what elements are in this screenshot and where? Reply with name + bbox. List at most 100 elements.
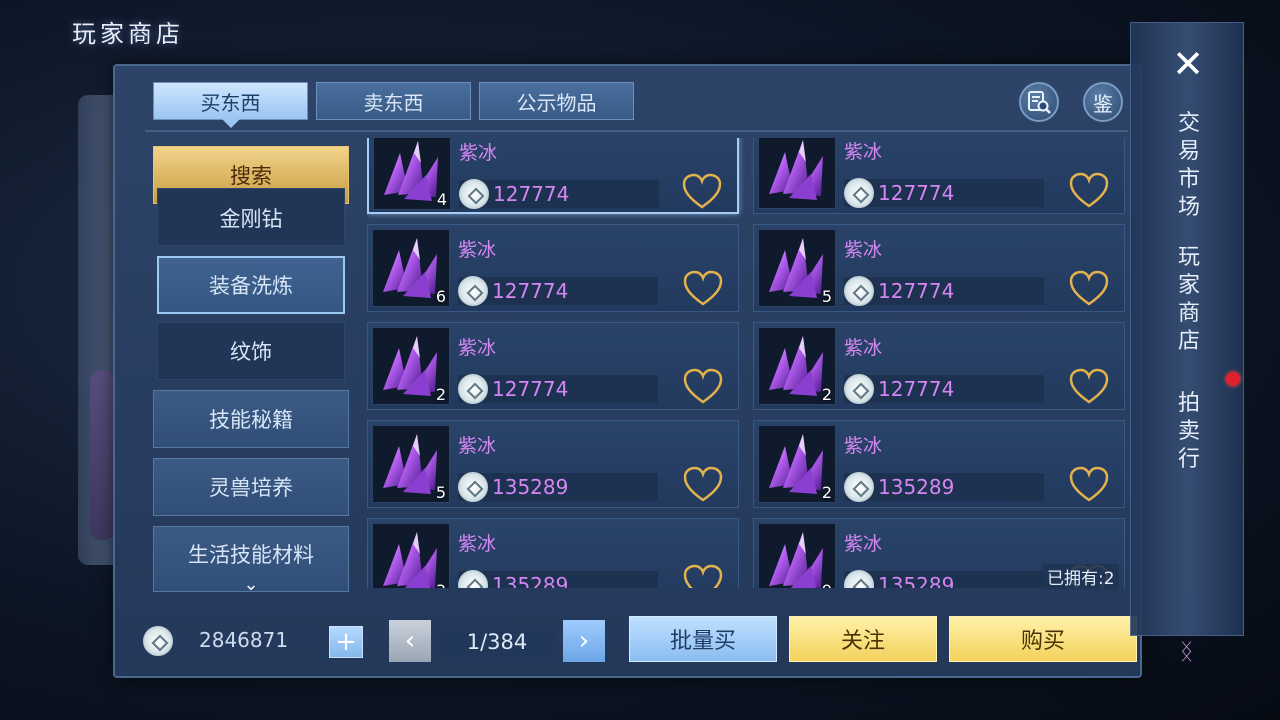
item-price: 127774 <box>878 377 955 401</box>
footer-bar: 2846871 + ‹ 1/384 › 批量买 关注 购买 <box>115 612 1140 672</box>
coin-icon <box>458 374 488 404</box>
crystal-item-icon: 5 <box>758 229 836 307</box>
heart-icon[interactable] <box>682 563 724 588</box>
item-quantity: 3 <box>436 581 446 588</box>
crystal-item-icon: 5 <box>372 425 450 503</box>
item-quantity: 6 <box>435 287 446 306</box>
crystal-item-icon: 2 <box>372 327 450 405</box>
item-quantity: 2 <box>821 483 832 502</box>
tab-buy[interactable]: 买东西 <box>153 82 308 120</box>
listing-card[interactable]: 紫冰 127774 <box>753 138 1125 214</box>
side-tab-player-shop[interactable]: 玩家商店 <box>1174 244 1204 356</box>
page-title: 玩家商店 <box>72 20 184 48</box>
coin-icon <box>844 178 874 208</box>
chevron-down-icon[interactable]: ⌄ <box>236 574 266 595</box>
side-tab-auction[interactable]: 拍卖行 <box>1174 390 1204 474</box>
price-field: 127774 <box>458 276 658 306</box>
listing-card[interactable]: 3 紫冰 135289 <box>367 518 739 588</box>
heart-icon[interactable] <box>1068 465 1110 505</box>
item-name: 紫冰 <box>844 337 883 359</box>
bulk-buy-button[interactable]: 批量买 <box>629 616 777 662</box>
item-quantity: 9 <box>822 581 832 588</box>
buy-button[interactable]: 购买 <box>949 616 1137 662</box>
category-item-ornament[interactable]: 纹饰 <box>157 322 345 380</box>
listing-card[interactable]: 2 紫冰 127774 <box>753 322 1125 410</box>
heart-icon[interactable] <box>682 367 724 407</box>
crystal-item-icon: 4 <box>373 138 451 210</box>
notification-dot <box>1226 372 1240 386</box>
category-list[interactable]: 搜索 金刚钻 装备洗炼 纹饰 技能秘籍 灵兽培养 生活技能材料 ⌄ <box>153 146 351 598</box>
listing-card[interactable]: 5 紫冰 127774 <box>753 224 1125 312</box>
tab-sell[interactable]: 卖东西 <box>316 82 471 120</box>
coin-icon <box>844 374 874 404</box>
tab-public-items[interactable]: 公示物品 <box>479 82 634 120</box>
currency-amount: 2846871 <box>199 628 289 652</box>
item-price: 127774 <box>878 181 955 205</box>
search-icon[interactable] <box>1019 82 1059 122</box>
currency-display: 2846871 <box>139 622 329 662</box>
appraise-button[interactable]: 鉴 <box>1083 82 1123 122</box>
listing-card[interactable]: 6 紫冰 127774 <box>367 224 739 312</box>
crystal-item-icon: 2 <box>758 425 836 503</box>
crystal-item-icon: 9 <box>758 523 836 588</box>
tab-bar: 买东西 卖东西 公示物品 <box>153 82 634 120</box>
item-name: 紫冰 <box>458 239 497 261</box>
heart-icon[interactable] <box>1068 269 1110 309</box>
heart-icon[interactable] <box>1068 171 1110 211</box>
crystal-item-icon: 2 <box>758 327 836 405</box>
follow-button[interactable]: 关注 <box>789 616 937 662</box>
category-item-skill-book[interactable]: 技能秘籍 <box>153 390 349 448</box>
price-field: 135289 <box>844 472 1044 502</box>
listing-card[interactable]: 2 紫冰 135289 <box>753 420 1125 508</box>
heart-icon[interactable] <box>1068 367 1110 407</box>
item-name: 紫冰 <box>458 533 497 555</box>
page-indicator: 1/384 <box>439 626 555 658</box>
prev-page-button[interactable]: ‹ <box>389 620 431 662</box>
crystal-item-icon: 6 <box>372 229 450 307</box>
item-price: 135289 <box>878 573 955 588</box>
coin-icon <box>458 570 488 588</box>
item-name: 紫冰 <box>844 435 883 457</box>
price-field: 135289 <box>458 472 658 502</box>
item-price: 127774 <box>492 377 569 401</box>
item-quantity: 5 <box>435 483 446 502</box>
owned-count: 已拥有:2 <box>1043 564 1119 589</box>
listing-grid[interactable]: 4 紫冰 127774 紫冰 127774 6 紫冰 127774 5 紫冰 1… <box>367 138 1137 588</box>
tassel-icon: ᛝ <box>1180 640 1194 665</box>
close-icon[interactable]: ✕ <box>1166 42 1210 86</box>
heart-icon[interactable] <box>682 269 724 309</box>
price-field: 127774 <box>458 374 658 404</box>
side-tab-market[interactable]: 交易市场 <box>1174 110 1204 222</box>
shop-panel: 买东西 卖东西 公示物品 鉴 搜索 金刚钻 装备洗炼 纹饰 技能秘籍 灵兽培养 … <box>113 64 1142 678</box>
item-price: 127774 <box>878 279 955 303</box>
header-divider <box>145 130 1128 132</box>
price-field: 135289 <box>844 570 1044 588</box>
coin-icon <box>143 626 173 656</box>
price-field: 127774 <box>844 374 1044 404</box>
price-field: 127774 <box>459 179 659 209</box>
add-currency-button[interactable]: + <box>329 626 363 658</box>
item-name: 紫冰 <box>844 239 883 261</box>
item-name: 紫冰 <box>844 141 883 163</box>
item-name: 紫冰 <box>458 435 497 457</box>
item-price: 127774 <box>492 279 569 303</box>
item-name: 紫冰 <box>844 533 883 555</box>
coin-icon <box>844 472 874 502</box>
next-page-button[interactable]: › <box>563 620 605 662</box>
item-name: 紫冰 <box>458 337 497 359</box>
heart-icon[interactable] <box>682 465 724 505</box>
listing-card[interactable]: 2 紫冰 127774 <box>367 322 739 410</box>
category-item-equipment-refine[interactable]: 装备洗炼 <box>157 256 345 314</box>
item-price: 135289 <box>492 475 569 499</box>
heart-icon[interactable] <box>681 172 723 212</box>
item-price: 135289 <box>492 573 569 588</box>
item-quantity: 4 <box>436 190 447 209</box>
item-quantity: 2 <box>821 385 832 404</box>
listing-card[interactable]: 4 紫冰 127774 <box>367 138 739 214</box>
coin-icon <box>844 276 874 306</box>
item-quantity: 2 <box>435 385 446 404</box>
category-item-diamond-drill[interactable]: 金刚钻 <box>157 188 345 246</box>
category-item-pet-training[interactable]: 灵兽培养 <box>153 458 349 516</box>
coin-icon <box>459 179 489 209</box>
listing-card[interactable]: 5 紫冰 135289 <box>367 420 739 508</box>
